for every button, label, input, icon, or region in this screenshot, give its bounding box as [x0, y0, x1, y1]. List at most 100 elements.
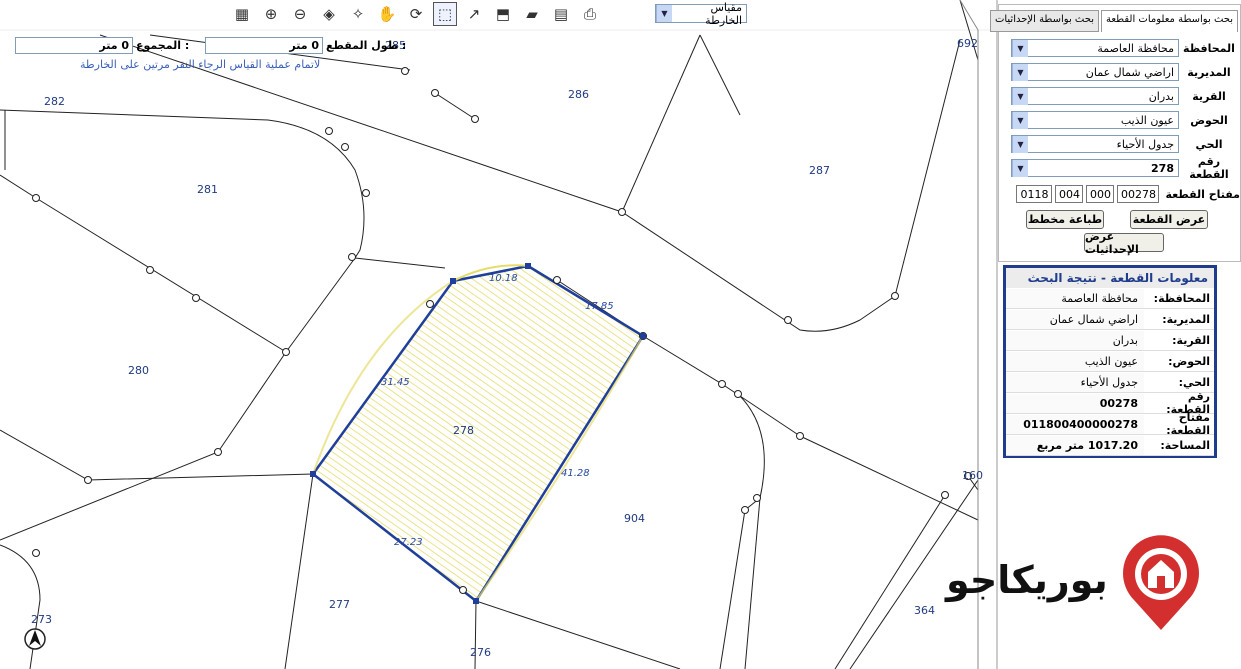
select-value: جدول الأحياء [1116, 137, 1174, 151]
village-select[interactable]: بدران ▼ [1011, 87, 1179, 105]
map-toolbar: ▦ ⊕ ⊖ ◈ ✧ ✋ ⟳ ⬚ ↗ ⬒ ▰ ▤ ⎙ [230, 0, 602, 28]
eraser-icon[interactable]: ▰ [520, 2, 544, 26]
parcel-label: 277 [329, 598, 350, 611]
tab-coordinates[interactable]: بحث بواسطة الإحداثيات [989, 10, 1099, 32]
select-value: اراضي شمال عمان [1085, 65, 1174, 79]
field-label: المديرية [1187, 65, 1231, 79]
governorate-select[interactable]: محافظة العاصمة ▼ [1011, 39, 1179, 57]
measure-segment-field[interactable]: 0 متر [205, 37, 323, 54]
measure-segment-label: طول المقطع : [326, 39, 407, 52]
neighborhood-select[interactable]: جدول الأحياء ▼ [1011, 135, 1179, 153]
field-directorate: المديرية اراضي شمال عمان ▼ [1011, 63, 1239, 81]
parcel-key-field[interactable]: 004 [1055, 185, 1084, 203]
info-key: الحوض: [1168, 354, 1210, 368]
measure-total-label: المجموع : [136, 39, 190, 52]
info-row: المديرية: اراضي شمال عمان [1006, 309, 1214, 330]
parcel-label: 692 [957, 37, 978, 50]
chevron-down-icon[interactable]: ▼ [1012, 87, 1028, 105]
legend-icon[interactable]: ▦ [230, 2, 254, 26]
pan-hand-icon[interactable]: ✋ [375, 2, 399, 26]
search-tabs: بحث بواسطة معلومات القطعة بحث بواسطة الإ… [989, 10, 1238, 32]
info-row: مفتاح القطعة: 011800400000278 [1006, 411, 1214, 437]
field-neighborhood: الحي جدول الأحياء ▼ [1011, 135, 1239, 153]
measure-area-icon[interactable]: ⬚ [433, 2, 457, 26]
chevron-down-icon[interactable]: ▼ [1012, 111, 1028, 129]
zoom-in-icon[interactable]: ⊕ [259, 2, 283, 26]
show-parcel-button[interactable]: عرض القطعة [1130, 210, 1208, 229]
directorate-select[interactable]: اراضي شمال عمان ▼ [1011, 63, 1179, 81]
parcel-key-field[interactable]: 00278 [1117, 185, 1160, 203]
chevron-down-icon[interactable]: ▼ [1012, 159, 1028, 177]
parcel-label: 282 [44, 95, 65, 108]
dimension-label: 17.85 [585, 301, 614, 312]
chevron-down-icon[interactable]: ▼ [1012, 39, 1028, 57]
field-label: الحوض [1190, 113, 1228, 127]
parcel-label: 287 [809, 164, 830, 177]
parcel-label: 280 [128, 364, 149, 377]
parcel-key-field[interactable]: 000 [1086, 185, 1115, 203]
select-value: محافظة العاصمة [1097, 41, 1174, 55]
identify-icon[interactable]: ✧ [346, 2, 370, 26]
info-value: 011800400000278 [1006, 414, 1144, 434]
parcel-label: 281 [197, 183, 218, 196]
parcel-label: 364 [914, 604, 935, 617]
dimension-label: 10.18 [489, 273, 518, 284]
tab-parcel-info[interactable]: بحث بواسطة معلومات القطعة [1100, 10, 1238, 32]
dimension-label: 27.23 [394, 537, 423, 548]
field-village: القرية بدران ▼ [1011, 87, 1239, 105]
field-basin: الحوض عيون الذيب ▼ [1011, 111, 1239, 129]
parcel-label: 286 [568, 88, 589, 101]
basin-select[interactable]: عيون الذيب ▼ [1011, 111, 1179, 129]
brand-logo-icon [1123, 535, 1199, 630]
measure-hint: لاتمام عملية القياس الرجاء النقر مرتين ع… [80, 58, 321, 71]
layers-icon[interactable]: ◈ [317, 2, 341, 26]
dimension-label: 31.45 [381, 377, 410, 388]
measure-total-row: 0 متر المجموع : [15, 37, 189, 54]
ruler-icon[interactable]: ▤ [549, 2, 573, 26]
parcel-info-panel: معلومات القطعة - نتيجة البحث المحافظة: مح… [1003, 265, 1217, 458]
parcel-key-row: مفتاح القطعة 00278 000 004 0118 [1012, 185, 1240, 203]
select-icon[interactable]: ⬒ [491, 2, 515, 26]
field-label: القرية [1192, 89, 1226, 103]
info-value: عيون الذيب [1006, 351, 1144, 371]
parcel-label: 160 [962, 469, 983, 482]
parcel-label: 904 [624, 512, 645, 525]
info-key: مفتاح القطعة: [1166, 411, 1210, 437]
info-row: المحافظة: محافظة العاصمة [1006, 288, 1214, 309]
info-value: اراضي شمال عمان [1006, 309, 1144, 329]
show-coordinates-button[interactable]: عرض الإحداثيات [1084, 230, 1164, 256]
print-plan-button[interactable]: طباعة مخطط [1026, 210, 1104, 229]
selected-parcel-278[interactable] [311, 264, 645, 603]
chevron-down-icon[interactable]: ▼ [1012, 135, 1028, 153]
measure-distance-icon[interactable]: ↗ [462, 2, 486, 26]
print-icon[interactable]: ⎙ [578, 2, 602, 26]
field-label: المحافظة [1183, 41, 1235, 55]
measure-segment-row: 0 متر طول المقطع : [205, 37, 406, 54]
parcel-key-field[interactable]: 0118 [1016, 185, 1053, 203]
zoom-out-icon[interactable]: ⊖ [288, 2, 312, 26]
field-label: الحي [1195, 137, 1223, 151]
map-scale-select[interactable]: مقياس الخارطة ▼ [655, 1, 747, 27]
info-row: الحوض: عيون الذيب [1006, 351, 1214, 372]
info-key: الحي: [1178, 375, 1210, 389]
chevron-down-icon[interactable]: ▼ [1012, 63, 1028, 81]
parcel-number-select[interactable]: 278 ▼ [1011, 159, 1179, 177]
info-key: القرية: [1172, 333, 1210, 347]
select-value: عيون الذيب [1120, 113, 1174, 127]
field-governorate: المحافظة محافظة العاصمة ▼ [1011, 39, 1239, 57]
select-value: 278 [1151, 161, 1174, 175]
dimension-label: 41.28 [561, 468, 590, 479]
parcel-info-title: معلومات القطعة - نتيجة البحث [1006, 268, 1214, 288]
select-value: بدران [1148, 89, 1174, 103]
field-label: رقم القطعة [1189, 155, 1229, 181]
parcel-label-selected: 278 [453, 424, 474, 437]
parcel-label: 273 [31, 613, 52, 626]
parcel-label: 276 [470, 646, 491, 659]
map-scale-value: مقياس الخارطة [705, 0, 742, 27]
measure-total-field[interactable]: 0 متر [15, 37, 133, 54]
refresh-map-icon[interactable]: ⟳ [404, 2, 428, 26]
search-panel: بحث بواسطة معلومات القطعة بحث بواسطة الإ… [989, 4, 1241, 262]
info-value: بدران [1006, 330, 1144, 350]
chevron-down-icon[interactable]: ▼ [656, 5, 672, 22]
parcel-key-label: مفتاح القطعة [1165, 187, 1240, 201]
